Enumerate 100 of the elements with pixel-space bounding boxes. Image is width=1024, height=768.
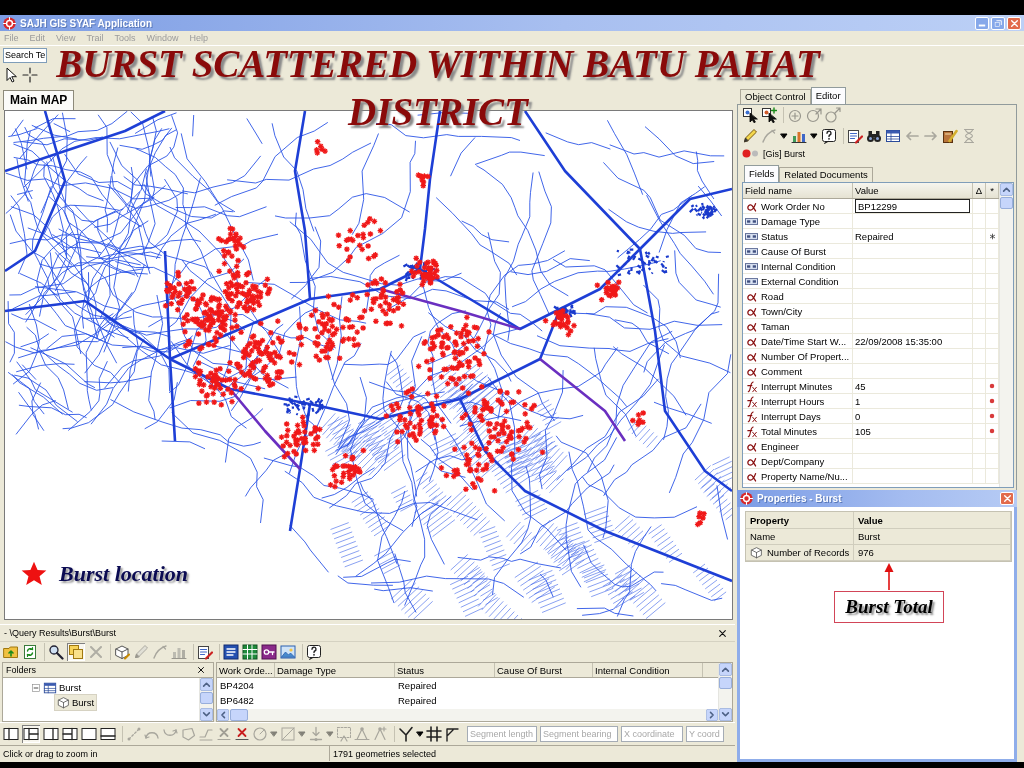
field-row[interactable]: Internal Condition (743, 259, 999, 274)
search-icon[interactable] (48, 644, 64, 660)
grid-icon[interactable] (426, 726, 442, 742)
field-row[interactable]: Property Name/Nu... (743, 469, 999, 484)
map-tab[interactable]: Main MAP (3, 90, 75, 110)
scroll-up-icon[interactable] (200, 678, 213, 691)
field-row[interactable]: Town/City (743, 304, 999, 319)
single-view-icon[interactable] (81, 726, 97, 742)
column-header[interactable]: Δ (975, 185, 983, 196)
copy-icon[interactable] (67, 643, 85, 661)
select-icon[interactable] (742, 107, 758, 123)
minimize-button[interactable] (975, 16, 989, 30)
database-icon[interactable] (261, 644, 277, 660)
fork-icon[interactable] (398, 726, 414, 742)
panel-tab[interactable]: Fields (744, 165, 780, 182)
field-row[interactable]: Status Repaired (743, 229, 999, 244)
column-header[interactable]: Status (397, 664, 424, 676)
spreadsheet-icon[interactable] (242, 644, 258, 660)
scroll-thumb[interactable] (230, 709, 248, 721)
scroll-up-icon[interactable] (1000, 183, 1013, 196)
split-grid-icon[interactable] (22, 725, 40, 743)
delete-vertex-icon[interactable] (234, 726, 250, 742)
crosshair-icon[interactable] (22, 66, 38, 83)
refresh-icon[interactable] (22, 644, 38, 660)
vertical-scrollbar[interactable] (999, 183, 1013, 487)
folder-icon[interactable] (3, 644, 19, 660)
table-icon[interactable] (885, 128, 901, 144)
tree-item[interactable]: Burst (55, 695, 97, 710)
form-edit-icon[interactable] (197, 644, 213, 660)
panel-tab[interactable]: Object Control (740, 89, 811, 104)
document-icon[interactable] (223, 644, 239, 660)
field-row[interactable]: Date/Time Start W... 22/09/2008 15:35:00 (743, 334, 999, 349)
field-row[interactable]: Interrupt Minutes 45 (743, 379, 999, 394)
column-header[interactable]: * (990, 185, 994, 196)
pointer-icon[interactable] (3, 66, 19, 83)
field-row[interactable]: Dept/Company (743, 454, 999, 469)
corner-icon[interactable] (444, 726, 460, 742)
help-icon[interactable] (306, 644, 322, 660)
column-header[interactable]: Value (858, 514, 883, 526)
collapse-icon[interactable] (31, 682, 41, 693)
column-header[interactable]: Damage Type (277, 664, 336, 676)
field-row[interactable]: Number Of Propert... (743, 349, 999, 364)
scroll-thumb[interactable] (719, 677, 732, 689)
picture-icon[interactable] (280, 644, 296, 660)
cube-edit-icon[interactable] (114, 644, 130, 660)
column-header[interactable]: Work Orde... (219, 664, 273, 676)
field-row[interactable]: External Condition (743, 274, 999, 289)
scroll-thumb[interactable] (200, 692, 213, 704)
horizontal-scrollbar[interactable] (217, 709, 718, 721)
caret-icon[interactable] (780, 133, 788, 139)
scroll-right-icon[interactable] (706, 709, 718, 721)
scroll-left-icon[interactable] (217, 709, 229, 721)
vertical-scrollbar[interactable] (718, 663, 732, 721)
close-icon[interactable] (197, 666, 205, 674)
split-bottom-icon[interactable] (100, 726, 116, 742)
field-row[interactable]: Interrupt Hours 1 (743, 394, 999, 409)
field-row[interactable]: Engineer (743, 439, 999, 454)
input-field[interactable]: X coordinate (621, 726, 683, 742)
split-columns-icon[interactable] (62, 726, 78, 742)
panel-tab[interactable]: Editor (810, 87, 846, 104)
caret-icon[interactable] (810, 133, 818, 139)
field-row[interactable]: Damage Type (743, 214, 999, 229)
form-edit-icon[interactable] (847, 128, 863, 144)
column-header[interactable]: Value (855, 185, 879, 196)
restore-button[interactable] (991, 16, 1005, 30)
input-field[interactable]: Segment bearing (540, 726, 618, 742)
field-row[interactable]: Work Order No BP12299 (743, 199, 999, 214)
column-header[interactable]: Cause Of Burst (497, 664, 562, 676)
help-icon[interactable] (821, 128, 837, 144)
scroll-down-icon[interactable] (719, 708, 732, 721)
caret-icon[interactable] (416, 731, 424, 737)
close-button[interactable] (1007, 16, 1021, 30)
binoculars-icon[interactable] (866, 128, 882, 144)
field-row[interactable]: Interrupt Days 0 (743, 409, 999, 424)
field-row[interactable]: Road (743, 289, 999, 304)
field-row[interactable]: Comment (743, 364, 999, 379)
scroll-up-icon[interactable] (719, 663, 732, 676)
field-row[interactable]: Total Minutes 105 (743, 424, 999, 439)
close-icon[interactable] (718, 628, 727, 638)
pencil-icon[interactable] (742, 128, 758, 144)
scroll-down-icon[interactable] (200, 708, 213, 721)
field-name: Number Of Propert... (761, 350, 850, 362)
tree-item[interactable]: Burst (29, 680, 84, 695)
split-right-icon[interactable] (43, 726, 59, 742)
panel-tab[interactable]: Related Documents (779, 167, 873, 182)
column-header[interactable]: Field name (745, 185, 792, 196)
column-header[interactable]: Internal Condition (595, 664, 670, 676)
input-field[interactable]: Y coord (686, 726, 724, 742)
vertical-scrollbar[interactable] (199, 678, 213, 721)
book-edit-icon[interactable] (942, 128, 958, 144)
field-row[interactable]: Cause Of Burst (743, 244, 999, 259)
scroll-thumb[interactable] (1000, 197, 1013, 209)
select-add-icon[interactable] (761, 107, 777, 123)
field-row[interactable]: Taman (743, 319, 999, 334)
split-left-icon[interactable] (3, 726, 19, 742)
value-input[interactable]: BP12299 (855, 199, 970, 213)
column-header[interactable]: Property (750, 514, 790, 526)
input-field[interactable]: Segment length (467, 726, 537, 742)
close-button[interactable] (1000, 492, 1014, 505)
search-field[interactable]: Search Te (3, 47, 47, 63)
